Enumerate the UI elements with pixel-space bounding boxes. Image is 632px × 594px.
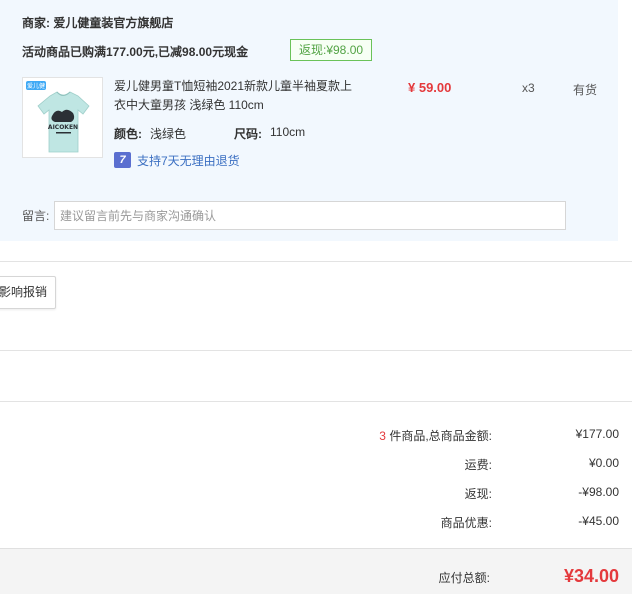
size-value: 110cm: [270, 125, 306, 139]
divider: [0, 261, 632, 262]
color-value: 浅绿色: [150, 127, 187, 141]
total-bar: 应付总额: ¥34.00: [0, 548, 632, 594]
cashback-value: -¥98.00: [578, 485, 619, 499]
total-label: 应付总额:: [438, 571, 490, 585]
cashback-tag: 返现:¥98.00: [290, 39, 373, 61]
items-label-text: 件商品,总商品金额:: [385, 429, 492, 443]
seven-day-return-icon: 7: [114, 152, 131, 168]
order-shop-panel: 商家: 爱儿健童装官方旗舰店 活动商品已购满177.00元,已减98.00元现金…: [0, 0, 618, 241]
shop-label: 商家:: [22, 16, 50, 30]
discount-label: 商品优惠:: [440, 516, 492, 530]
summary-items-row: 3 件商品,总商品金额: ¥177.00: [0, 427, 632, 447]
shirt-print-text: AICOKEN: [48, 124, 78, 131]
total-value: ¥34.00: [563, 566, 619, 586]
invoice-reimburse-button[interactable]: 影响报销: [0, 276, 56, 309]
tshirt-image: 爱儿健 AICOKEN: [23, 78, 102, 157]
product-price: ¥ 59.00: [408, 80, 452, 95]
divider: [0, 401, 632, 402]
size-label: 尺码:: [234, 127, 262, 141]
discount-value: -¥45.00: [578, 514, 619, 528]
cashback-label: 返现:: [464, 487, 492, 501]
divider: [0, 350, 632, 351]
return-policy-link[interactable]: 支持7天无理由退货: [137, 152, 240, 169]
shop-line: 商家: 爱儿健童装官方旗舰店: [22, 14, 173, 31]
message-label: 留言:: [22, 209, 50, 223]
product-title[interactable]: 爱儿健男童T恤短袖2021新款儿童半袖夏款上衣中大童男孩 浅绿色 110cm: [114, 77, 364, 115]
brand-mark: 爱儿健: [27, 82, 45, 90]
summary-discount-row: 商品优惠: -¥45.00: [0, 514, 632, 534]
item-count: 3: [379, 429, 386, 443]
shipping-value: ¥0.00: [588, 456, 619, 470]
summary-cashback-row: 返现: -¥98.00: [0, 485, 632, 505]
product-quantity: x3: [522, 81, 535, 95]
promo-text: 活动商品已购满177.00元,已减98.00元现金: [22, 45, 249, 59]
product-image[interactable]: 爱儿健 AICOKEN: [22, 77, 103, 158]
items-total-value: ¥177.00: [575, 427, 619, 441]
stock-status: 有货: [573, 83, 598, 97]
shop-name[interactable]: 爱儿健童装官方旗舰店: [53, 16, 173, 30]
shipping-label: 运费:: [464, 458, 492, 472]
summary-shipping-row: 运费: ¥0.00: [0, 456, 632, 476]
color-label: 颜色:: [114, 127, 142, 141]
message-input[interactable]: [54, 201, 566, 230]
items-total-label: 3 件商品,总商品金额:: [379, 427, 492, 444]
